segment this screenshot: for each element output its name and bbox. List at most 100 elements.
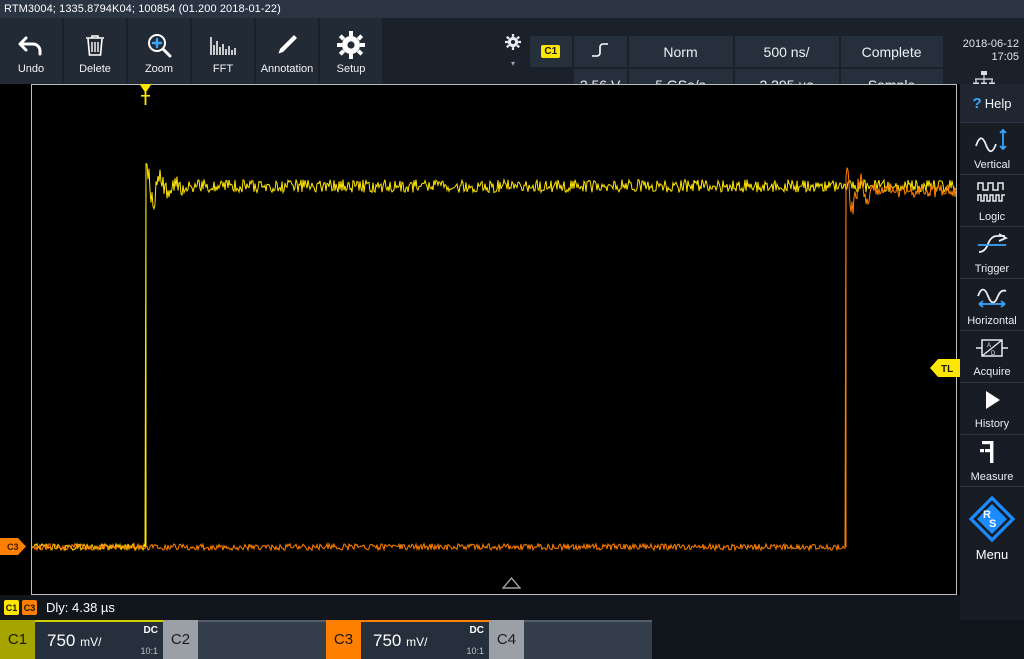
sidebar-item-label: Vertical (973, 158, 1011, 171)
acquisition-state-cell[interactable]: Complete (840, 36, 943, 67)
spectrum-bars-icon (208, 28, 238, 62)
zoom-button[interactable]: Zoom (128, 18, 190, 84)
annotation-label: Annotation (260, 62, 314, 75)
channel-c4-settings[interactable] (524, 620, 652, 659)
waveform-traces (32, 162, 956, 553)
trace-c3 (32, 167, 956, 553)
svg-text:D: D (991, 351, 996, 357)
channel-c4[interactable]: C4 (489, 620, 652, 659)
channel-c3-scale: 750 mV/ (373, 630, 428, 650)
fft-label: FFT (212, 62, 234, 75)
sidebar-item-label: Menu (975, 547, 1009, 562)
channel-c1-scale: 750 mV/ (47, 630, 102, 650)
pencil-icon (274, 28, 300, 62)
delete-label: Delete (79, 62, 111, 75)
channel-c1-coupling: DC (143, 625, 158, 636)
time-label: 17:05 (991, 51, 1019, 63)
sidebar-item-logic[interactable]: Logic (960, 175, 1024, 227)
channel-c1[interactable]: C1 750 mV/ DC 10:1 (0, 620, 163, 659)
channel-c3-probe-ratio: 10:1 (466, 646, 484, 656)
timebase-cell[interactable]: 500 ns/ (734, 36, 839, 67)
channel-bar: C1 750 mV/ DC 10:1 C2 C3 750 mV/ DC 10:1… (0, 620, 1024, 659)
logic-icon (975, 179, 1009, 210)
sidebar-item-vertical[interactable]: Vertical (960, 123, 1024, 175)
trigger-icon (975, 231, 1009, 262)
channel-badge-c3[interactable]: C3 (22, 600, 37, 615)
trigger-level-marker[interactable]: TL (930, 359, 960, 377)
setup-button[interactable]: Setup (320, 18, 382, 84)
delay-label: Dly: 4.38 µs (46, 600, 115, 615)
channel-badge-c1[interactable]: C1 (4, 600, 19, 615)
channel3-ground-marker[interactable]: C3 (0, 538, 26, 555)
toolbar-buttons: Undo Delete Zoom FFT Annotation Setup (0, 18, 384, 84)
title-bar: RTM3004; 1335.8794K04; 100854 (01.200 20… (0, 0, 1024, 18)
undo-arrow-icon (16, 28, 46, 62)
delete-button[interactable]: Delete (64, 18, 126, 84)
waveform-grid (31, 84, 957, 595)
channel-c4-tag: C4 (489, 620, 524, 659)
question-mark-icon: ? (972, 94, 982, 112)
svg-text:A: A (987, 343, 991, 349)
svg-text:C3: C3 (7, 542, 19, 552)
vertical-icon (974, 127, 1010, 158)
channel-c2[interactable]: C2 (163, 620, 326, 659)
waveform-display[interactable] (0, 84, 960, 595)
trigger-mode-cell[interactable]: Norm (628, 36, 733, 67)
undo-label: Undo (17, 62, 45, 75)
sidebar-item-label: Measure (970, 470, 1014, 483)
channel-bar-filler (652, 620, 1024, 659)
delay-bar: C1 C3 Dly: 4.38 µs (0, 595, 960, 620)
oscilloscope-screen: RTM3004; 1335.8794K04; 100854 (01.200 20… (0, 0, 1024, 659)
date-label: 2018-06-12 (962, 38, 1019, 50)
zoom-label: Zoom (144, 62, 174, 75)
toolbar: Undo Delete Zoom FFT Annotation Setup ▾ … (0, 18, 1024, 102)
annotation-button[interactable]: Annotation (256, 18, 318, 84)
channel-c1-probe-ratio: 10:1 (140, 646, 158, 656)
channel-c2-settings[interactable] (198, 620, 326, 659)
rohde-schwarz-logo-icon: R S (968, 495, 1016, 547)
undo-button[interactable]: Undo (0, 18, 62, 84)
instrument-identification: RTM3004; 1335.8794K04; 100854 (01.200 20… (4, 3, 281, 15)
status-badge: C1 (541, 45, 561, 58)
sidebar-item-acquire[interactable]: A D Acquire (960, 331, 1024, 383)
trigger-slope-cell[interactable] (573, 36, 627, 67)
gear-icon (337, 28, 365, 62)
sidebar-item-history[interactable]: History (960, 383, 1024, 435)
sidebar-item-horizontal[interactable]: Horizontal (960, 279, 1024, 331)
setup-label: Setup (336, 62, 366, 75)
history-play-icon (979, 388, 1005, 417)
magnifier-plus-icon (145, 28, 173, 62)
sidebar-item-help[interactable]: ? Help (960, 84, 1024, 123)
reference-position-marker[interactable] (501, 576, 522, 589)
sidebar-item-trigger[interactable]: Trigger (960, 227, 1024, 279)
sidebar-item-menu[interactable]: R S Menu (960, 487, 1024, 565)
sidebar-item-label: History (974, 417, 1010, 430)
trigger-source-cell[interactable]: C1 (530, 36, 572, 67)
trace-c1 (32, 162, 956, 552)
rising-edge-icon (590, 42, 610, 61)
trash-icon (82, 28, 108, 62)
toolbar-settings-button[interactable]: ▾ (500, 18, 526, 84)
sidebar-item-label: Logic (978, 210, 1006, 223)
channel-c3-settings[interactable]: 750 mV/ DC 10:1 (361, 620, 489, 659)
trigger-position-marker[interactable] (139, 84, 152, 106)
sidebar-item-label: Trigger (974, 262, 1010, 275)
channel-c3-coupling: DC (469, 625, 484, 636)
svg-text:S: S (989, 518, 996, 530)
sidebar-item-label: Help (984, 95, 1012, 111)
sidebar-item-measure[interactable]: Measure (960, 435, 1024, 487)
channel-c2-tag: C2 (163, 620, 198, 659)
channel-c1-tag: C1 (0, 620, 35, 659)
measure-icon (978, 439, 1006, 470)
channel-c3-tag: C3 (326, 620, 361, 659)
channel-c1-settings[interactable]: 750 mV/ DC 10:1 (35, 620, 163, 659)
chevron-down-icon: ▾ (510, 59, 515, 68)
sidebar: ? Help Vertical Logic Trigger Horizontal… (960, 84, 1024, 659)
channel-c3[interactable]: C3 750 mV/ DC 10:1 (326, 620, 489, 659)
horizontal-icon (974, 283, 1010, 314)
gear-icon (505, 34, 521, 55)
acquire-adc-icon: A D (975, 336, 1009, 365)
svg-text:TL: TL (941, 364, 953, 375)
sidebar-item-label: Acquire (973, 365, 1011, 378)
fft-button[interactable]: FFT (192, 18, 254, 84)
